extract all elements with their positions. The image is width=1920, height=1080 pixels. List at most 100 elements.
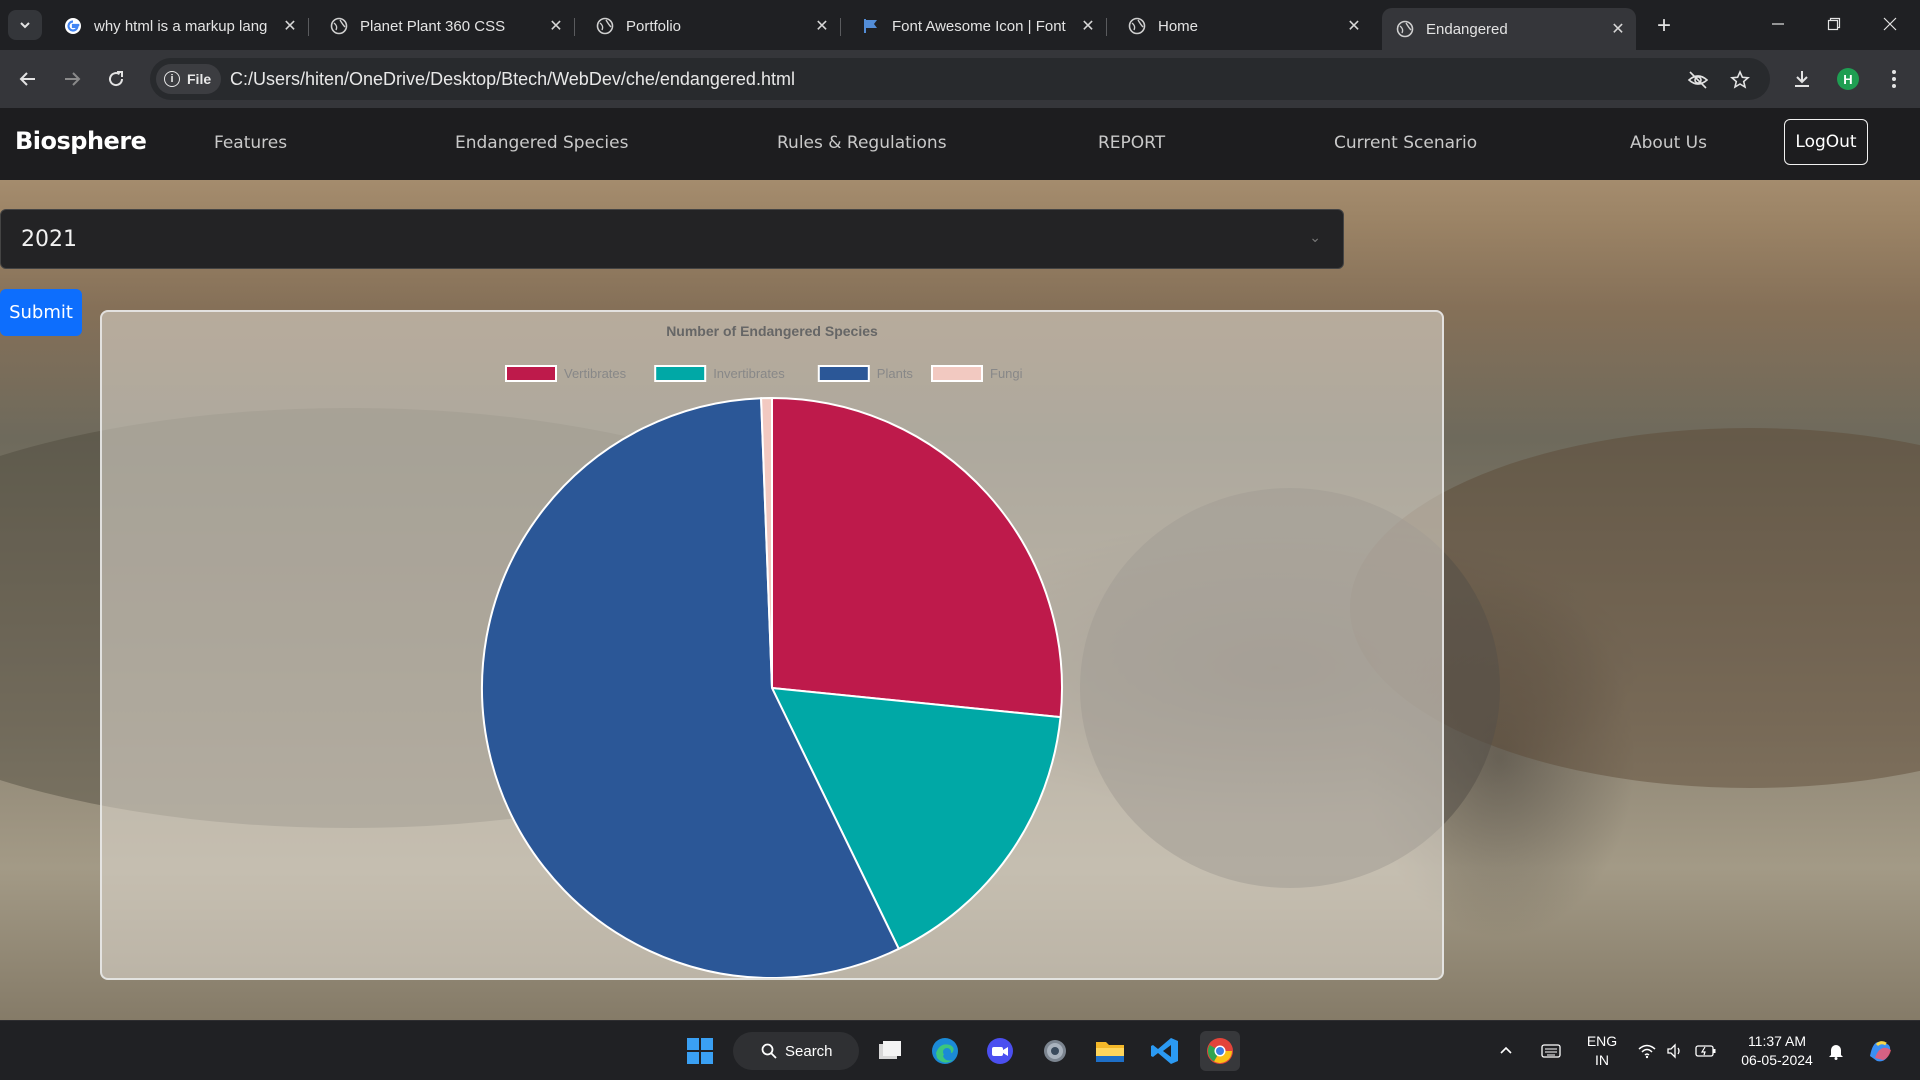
minimize-icon [1772, 23, 1784, 25]
site-info-label: File [187, 71, 212, 87]
submit-button[interactable]: Submit [0, 289, 82, 336]
reload-button[interactable] [100, 63, 132, 95]
tab-title: why html is a markup lang [94, 17, 268, 35]
notification-bell-icon[interactable] [1822, 1031, 1850, 1071]
browser-tab[interactable]: Planet Plant 360 CSS ✕ [316, 8, 575, 44]
taskbar-search[interactable]: Search [733, 1032, 859, 1070]
language-label: ENG [1586, 1033, 1618, 1049]
restore-button[interactable] [1806, 0, 1862, 48]
region-label: IN [1595, 1052, 1609, 1068]
close-icon[interactable]: ✕ [1342, 14, 1366, 38]
tab-separator [1106, 18, 1107, 36]
download-icon[interactable] [1786, 63, 1818, 95]
chrome-icon[interactable] [1200, 1031, 1240, 1071]
chart-title: Number of Endangered Species [666, 323, 878, 339]
legend-label[interactable]: Plants [877, 366, 914, 381]
logout-button[interactable]: LogOut [1784, 119, 1868, 165]
google-icon [64, 17, 82, 35]
browser-tab-active[interactable]: Endangered ✕ [1382, 8, 1636, 50]
globe-icon [1128, 17, 1146, 35]
globe-icon [330, 17, 348, 35]
tab-title: Endangered [1426, 20, 1508, 38]
nav-link-current-scenario[interactable]: Current Scenario [1334, 133, 1477, 153]
restore-icon [1827, 17, 1841, 31]
wifi-icon[interactable] [1634, 1031, 1660, 1071]
edge-browser-icon[interactable] [925, 1031, 965, 1071]
close-icon[interactable]: ✕ [1076, 14, 1100, 38]
chevron-down-icon [20, 22, 30, 29]
pie-chart: Number of Endangered Species Vertibrates I… [481, 323, 1063, 978]
zoom-app-icon[interactable] [980, 1031, 1020, 1071]
browser-tab[interactable]: Portfolio ✕ [582, 8, 841, 44]
taskbar-search-label: Search [785, 1042, 833, 1060]
browser-tab[interactable]: Home ✕ [1114, 8, 1372, 44]
legend-swatch[interactable] [931, 365, 983, 382]
url-text[interactable]: C:/Users/hiten/OneDrive/Desktop/Btech/We… [230, 69, 795, 90]
close-window-button[interactable] [1862, 0, 1918, 48]
tracking-protection-icon[interactable] [1686, 68, 1710, 92]
tab-search-button[interactable] [8, 10, 42, 40]
year-select-value: 2021 [21, 226, 77, 252]
legend-label[interactable]: Vertibrates [564, 366, 627, 381]
globe-icon [1396, 20, 1414, 38]
tab-title: Portfolio [626, 17, 682, 35]
arrow-left-icon [19, 72, 35, 86]
chevron-up-icon[interactable] [1492, 1031, 1520, 1071]
bookmark-star-icon[interactable] [1728, 68, 1752, 92]
browser-tab-strip: why html is a markup lang ✕ Planet Plant… [0, 0, 1920, 50]
clock-date: 06-05-2024 [1741, 1052, 1813, 1068]
windows-start-icon[interactable] [680, 1031, 720, 1071]
legend-swatch[interactable] [817, 365, 870, 382]
pie-slice-vertibrates[interactable] [771, 396, 1063, 719]
settings-gear-icon[interactable] [1035, 1031, 1075, 1071]
nav-link-about-us[interactable]: About Us [1630, 133, 1707, 153]
globe-icon [596, 17, 614, 35]
task-view-icon[interactable] [870, 1031, 910, 1071]
close-icon[interactable]: ✕ [544, 14, 568, 38]
browser-tab[interactable]: Font Awesome Icon | Font ✕ [848, 8, 1107, 44]
legend-swatch[interactable] [505, 365, 557, 382]
nav-link-report[interactable]: REPORT [1098, 133, 1165, 153]
close-icon[interactable]: ✕ [810, 14, 834, 38]
tab-title: Planet Plant 360 CSS [360, 17, 506, 35]
browser-toolbar: i File C:/Users/hiten/OneDrive/Desktop/B… [0, 50, 1920, 108]
forward-button[interactable] [56, 63, 88, 95]
close-icon[interactable]: ✕ [1606, 17, 1630, 41]
minimize-button[interactable] [1750, 0, 1806, 48]
language-indicator[interactable]: ENG IN [1580, 1032, 1624, 1070]
clock[interactable]: 11:37 AM 06-05-2024 [1732, 1032, 1822, 1070]
nav-link-features[interactable]: Features [214, 133, 287, 153]
chart-container: Number of Endangered Species Vertibrates I… [100, 310, 1444, 980]
tab-title: Font Awesome Icon | Font [892, 17, 1066, 35]
file-explorer-icon[interactable] [1090, 1031, 1130, 1071]
vscode-icon[interactable] [1145, 1031, 1185, 1071]
nav-link-rules-regulations[interactable]: Rules & Regulations [777, 133, 947, 153]
legend-label[interactable]: Invertibrates [713, 366, 785, 381]
kebab-menu-icon[interactable] [1878, 63, 1910, 95]
info-icon: i [164, 71, 180, 87]
year-select[interactable]: 2021 ⌄ [0, 209, 1344, 269]
new-tab-button[interactable]: + [1650, 12, 1678, 40]
close-icon[interactable]: ✕ [278, 14, 302, 38]
browser-tab[interactable]: why html is a markup lang ✕ [50, 8, 309, 44]
battery-icon[interactable] [1692, 1031, 1720, 1071]
font-awesome-flag-icon [862, 17, 880, 35]
clock-time: 11:37 AM [1747, 1033, 1807, 1049]
nav-link-endangered-species[interactable]: Endangered Species [455, 133, 628, 153]
legend-swatch[interactable] [654, 365, 707, 382]
address-bar[interactable]: i File C:/Users/hiten/OneDrive/Desktop/B… [150, 58, 1770, 100]
site-info-chip[interactable]: i File [156, 64, 222, 94]
copilot-icon[interactable] [1860, 1031, 1900, 1071]
tab-separator [574, 18, 575, 36]
keyboard-icon[interactable] [1536, 1031, 1566, 1071]
profile-initial: H [1837, 68, 1859, 90]
os-taskbar: Search ENG IN 11:37 AM 06-05-2024 [0, 1020, 1920, 1080]
tab-separator [308, 18, 309, 36]
reload-icon [109, 71, 124, 87]
back-button[interactable] [12, 63, 44, 95]
tab-title: Home [1158, 17, 1199, 35]
legend-label[interactable]: Fungi [990, 366, 1023, 381]
brand-logo[interactable]: Biosphere [15, 127, 147, 155]
speaker-icon[interactable] [1662, 1031, 1688, 1071]
profile-avatar[interactable]: H [1832, 63, 1864, 95]
